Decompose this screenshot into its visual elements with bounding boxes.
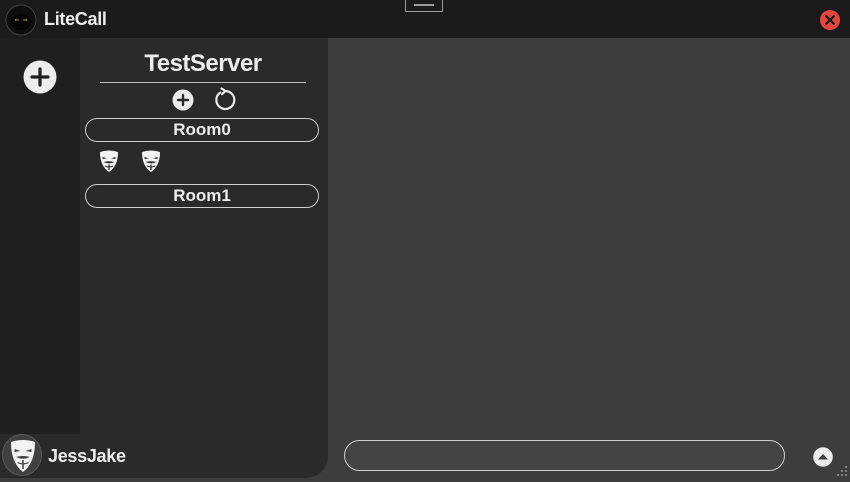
room-item-room0[interactable]: Room0 bbox=[85, 118, 319, 142]
app-title: LiteCall bbox=[44, 9, 107, 29]
channel-panel: TestServer Room0 Room1 bbox=[80, 38, 328, 434]
server-name: TestServer bbox=[144, 50, 262, 77]
title-bar[interactable]: LiteCall bbox=[0, 0, 850, 38]
user-bar: JessJake bbox=[0, 434, 328, 478]
message-input[interactable] bbox=[344, 440, 785, 471]
refresh-button[interactable] bbox=[212, 87, 238, 113]
mask-icon bbox=[100, 150, 118, 172]
plus-circle-icon bbox=[172, 89, 194, 111]
plus-circle-icon bbox=[23, 60, 57, 94]
add-server-button[interactable] bbox=[23, 60, 57, 94]
room-item-room1[interactable]: Room1 bbox=[85, 184, 319, 208]
resize-grip-icon[interactable] bbox=[836, 464, 848, 476]
close-icon bbox=[825, 15, 835, 25]
mask-icon bbox=[11, 440, 35, 472]
close-button[interactable] bbox=[820, 10, 840, 30]
username: JessJake bbox=[48, 446, 126, 466]
drag-handle-bar bbox=[414, 4, 434, 6]
mask-icon bbox=[142, 150, 160, 172]
server-name-divider bbox=[100, 82, 306, 83]
send-button[interactable] bbox=[813, 447, 833, 467]
avatar[interactable] bbox=[2, 434, 42, 476]
room-member-avatar[interactable] bbox=[140, 149, 162, 173]
add-room-button[interactable] bbox=[172, 89, 194, 111]
cat-logo-icon bbox=[5, 4, 37, 36]
server-rail bbox=[0, 38, 80, 434]
window-drag-handle[interactable] bbox=[405, 0, 443, 12]
room-member-avatar[interactable] bbox=[98, 149, 120, 173]
refresh-icon bbox=[215, 87, 236, 111]
arrow-up-circle-icon bbox=[813, 447, 833, 467]
